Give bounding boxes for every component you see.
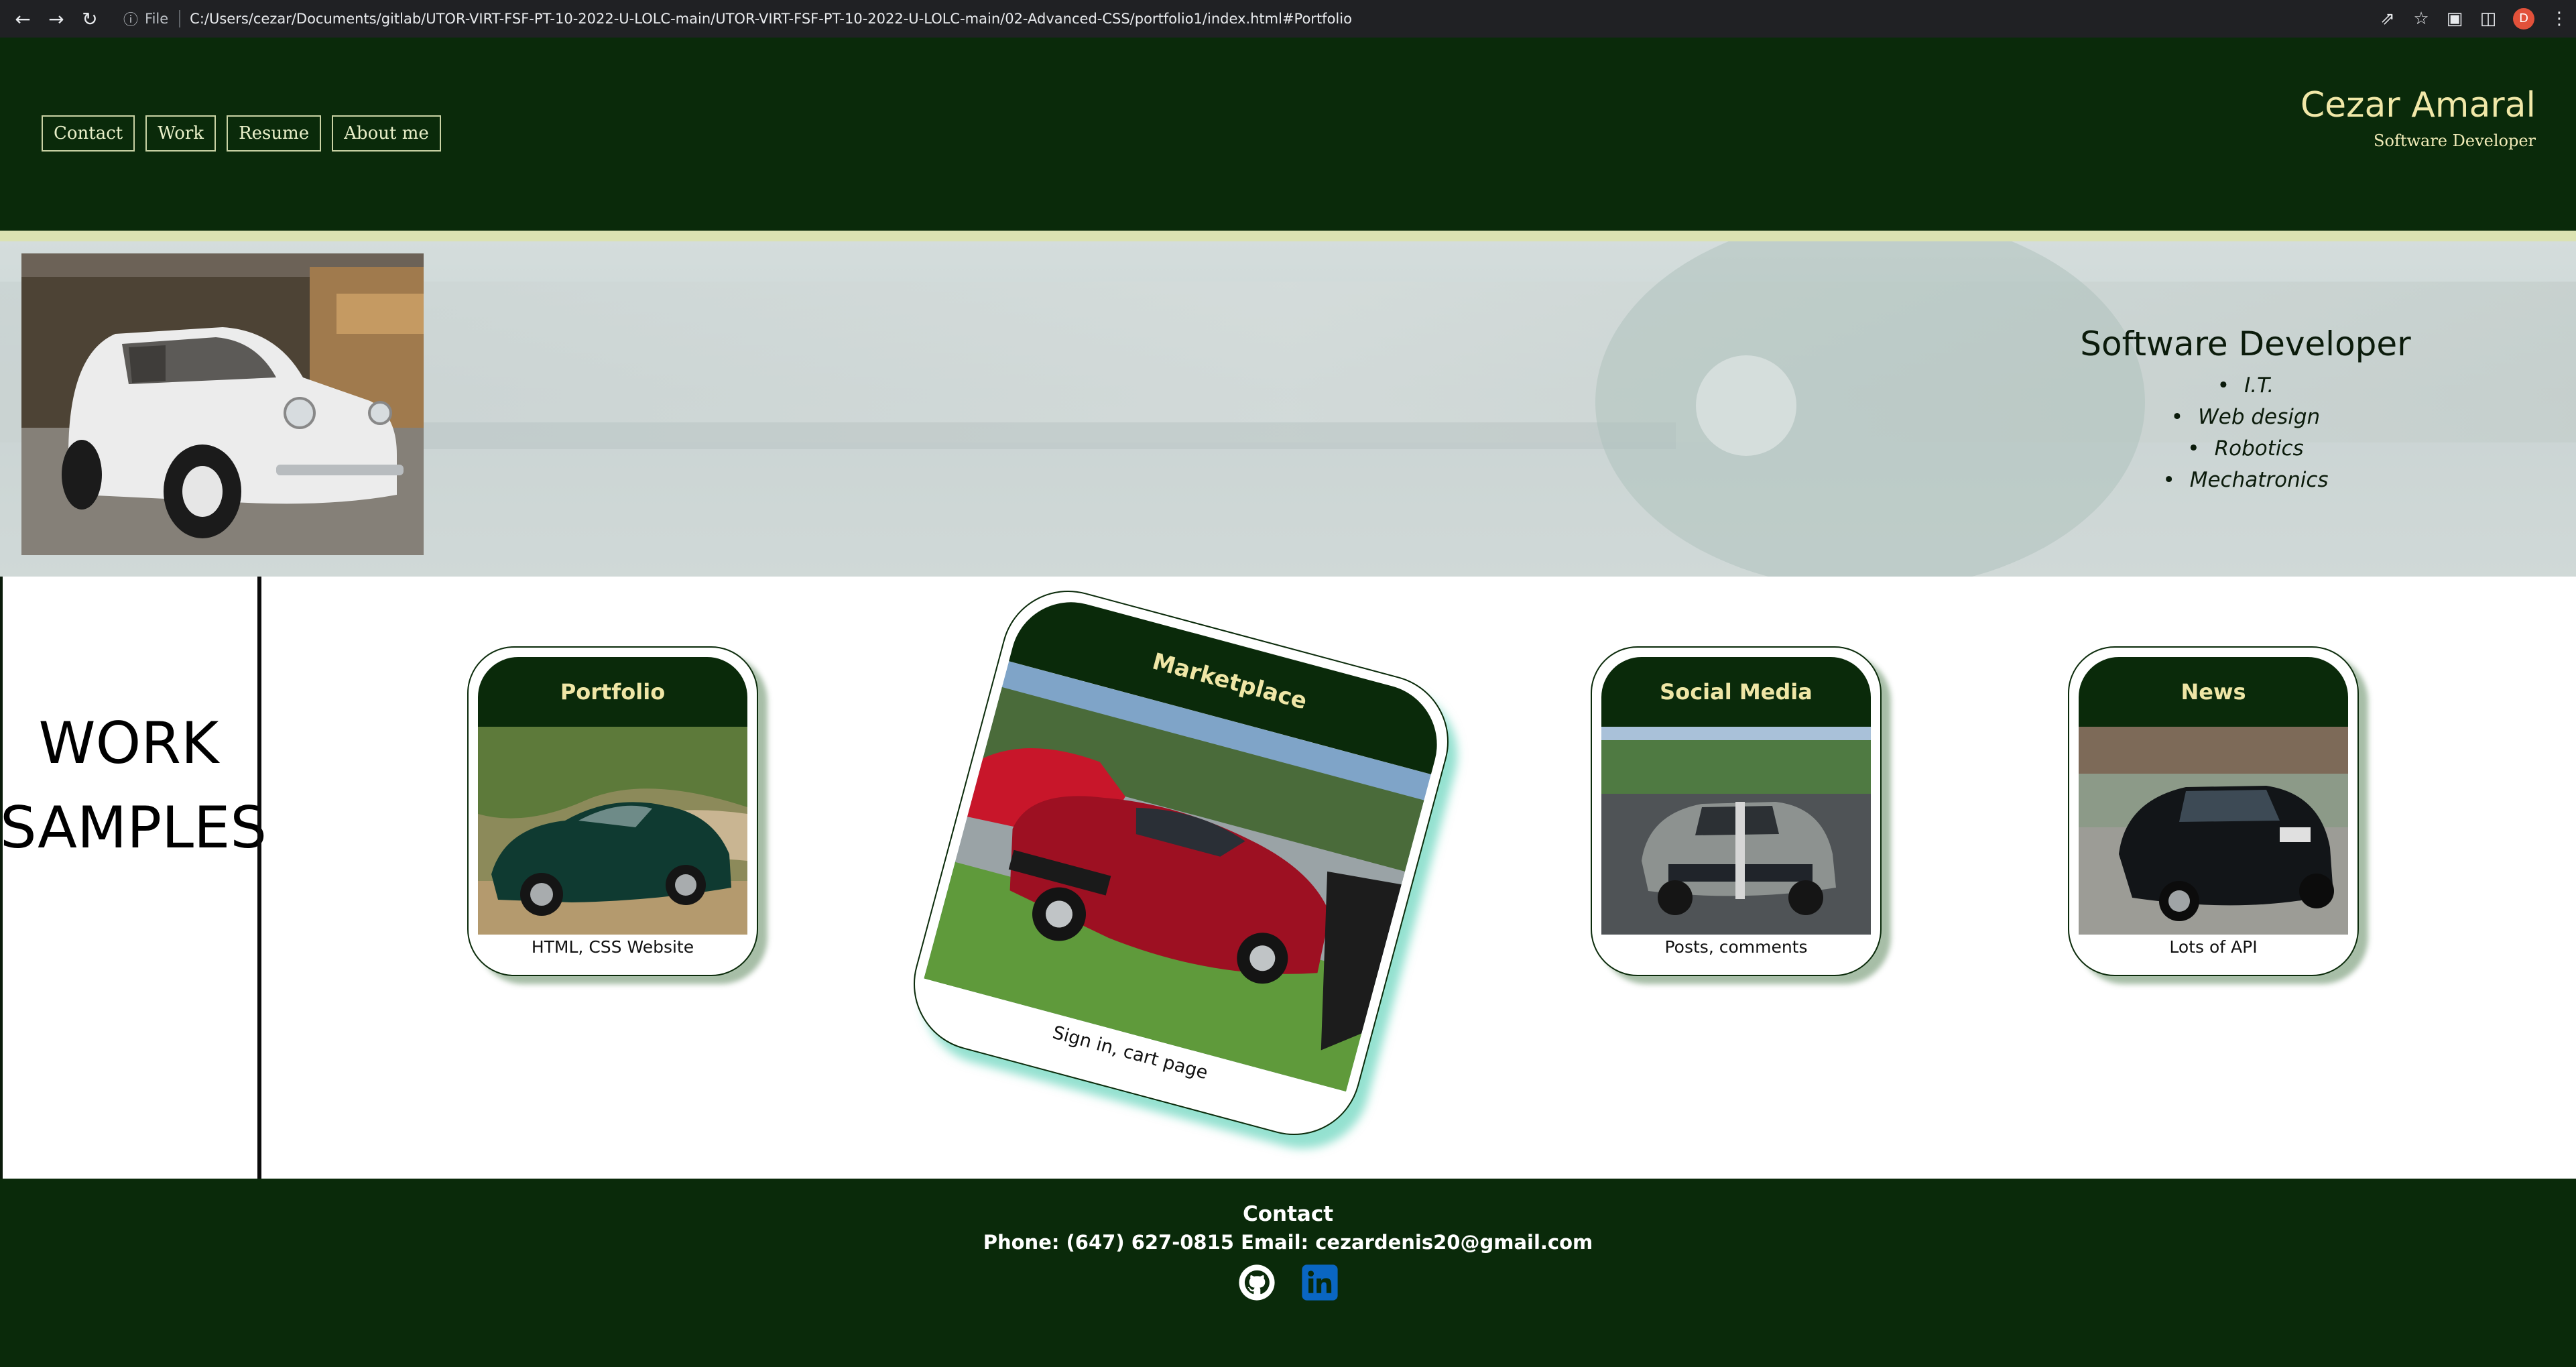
- back-arrow-icon[interactable]: ←: [9, 5, 36, 32]
- info-icon[interactable]: ⓘ: [123, 8, 138, 29]
- work-samples-heading: WORK SAMPLES: [0, 701, 267, 870]
- work-samples-section: WORK SAMPLES Portfolio HTML, CSS Website…: [0, 575, 2576, 1179]
- card-caption: Lots of API: [2169, 937, 2258, 957]
- linkedin-icon[interactable]: [1300, 1263, 1339, 1302]
- white-car-illustration: [21, 253, 424, 555]
- green-sportscar-image: [478, 727, 747, 935]
- browser-toolbar: ← → ↻ ⓘ File C:/Users/cezar/Documents/gi…: [0, 0, 2576, 38]
- nav-contact-link[interactable]: Contact: [42, 115, 135, 152]
- work-heading-line2: SAMPLES: [0, 794, 267, 861]
- card-title: Social Media: [1601, 657, 1871, 727]
- social-links: [0, 1263, 2576, 1302]
- site-owner-role: Software Developer: [2374, 131, 2536, 150]
- url-text[interactable]: C:/Users/cezar/Documents/gitlab/UTOR-VIR…: [190, 11, 1352, 27]
- card-image: [478, 727, 747, 935]
- card-image: [1601, 727, 1871, 935]
- nav-work-link[interactable]: Work: [145, 115, 217, 152]
- side-panel-icon[interactable]: ◫: [2471, 9, 2505, 29]
- portfolio-card[interactable]: Portfolio HTML, CSS Website: [467, 646, 758, 976]
- marketplace-card[interactable]: Marketplace Sign in, cart page: [898, 575, 1464, 1150]
- browser-actions: ⇗ ☆ ▣ ◫ D ⋮: [2371, 0, 2576, 38]
- footer-contact-heading: Contact: [1242, 1202, 1334, 1226]
- header-divider-stripe: [0, 231, 2576, 241]
- skill-item: Web design: [2078, 402, 2413, 433]
- nav-about-link[interactable]: About me: [332, 115, 441, 152]
- card-caption: HTML, CSS Website: [531, 937, 694, 957]
- profile-car-photo: [21, 253, 424, 555]
- share-icon[interactable]: ⇗: [2371, 9, 2404, 29]
- brand-block: Cezar Amaral Software Developer: [2301, 84, 2536, 150]
- skills-heading: Software Developer: [2080, 324, 2411, 363]
- skill-item: I.T.: [2078, 370, 2413, 402]
- black-sedan-image: [2079, 727, 2348, 935]
- section-edge-line: [0, 577, 3, 1179]
- news-card[interactable]: News Lots of API: [2068, 646, 2359, 976]
- file-label: File: [145, 11, 169, 27]
- extensions-puzzle-icon[interactable]: ▣: [2438, 9, 2471, 29]
- skills-panel: Software Developer I.T. Web design Robot…: [2078, 323, 2413, 496]
- card-image: [2079, 727, 2348, 935]
- work-heading-line1: WORK: [38, 710, 219, 777]
- site-header: Contact Work Resume About me Cezar Amara…: [0, 38, 2576, 231]
- forward-arrow-icon[interactable]: →: [43, 5, 70, 32]
- skills-list: I.T. Web design Robotics Mechatronics: [2078, 370, 2413, 496]
- menu-dots-icon[interactable]: ⋮: [2542, 9, 2576, 29]
- reload-icon[interactable]: ↻: [76, 5, 103, 32]
- hero-banner: Software Developer I.T. Web design Robot…: [0, 241, 2576, 577]
- site-owner-name: Cezar Amaral: [2300, 85, 2536, 125]
- footer-contact-details: Phone: (647) 627-0815 Email: cezardenis2…: [983, 1231, 1593, 1254]
- card-caption: Posts, comments: [1664, 937, 1808, 957]
- main-nav: Contact Work Resume About me: [42, 115, 441, 152]
- github-icon[interactable]: [1237, 1263, 1276, 1302]
- social-media-card[interactable]: Social Media Posts, comments: [1591, 646, 1882, 976]
- grey-mustang-image: [1601, 727, 1871, 935]
- work-section-divider: [257, 577, 261, 1179]
- card-title: Portfolio: [478, 657, 747, 727]
- nav-resume-link[interactable]: Resume: [227, 115, 322, 152]
- address-bar[interactable]: ⓘ File C:/Users/cezar/Documents/gitlab/U…: [123, 5, 1352, 33]
- bookmark-star-icon[interactable]: ☆: [2404, 9, 2438, 29]
- address-divider: [179, 10, 181, 27]
- skill-item: Robotics: [2078, 433, 2413, 465]
- profile-avatar[interactable]: D: [2513, 8, 2534, 29]
- skill-item: Mechatronics: [2078, 465, 2413, 496]
- card-title: News: [2079, 657, 2348, 727]
- site-footer: Contact Phone: (647) 627-0815 Email: cez…: [0, 1179, 2576, 1367]
